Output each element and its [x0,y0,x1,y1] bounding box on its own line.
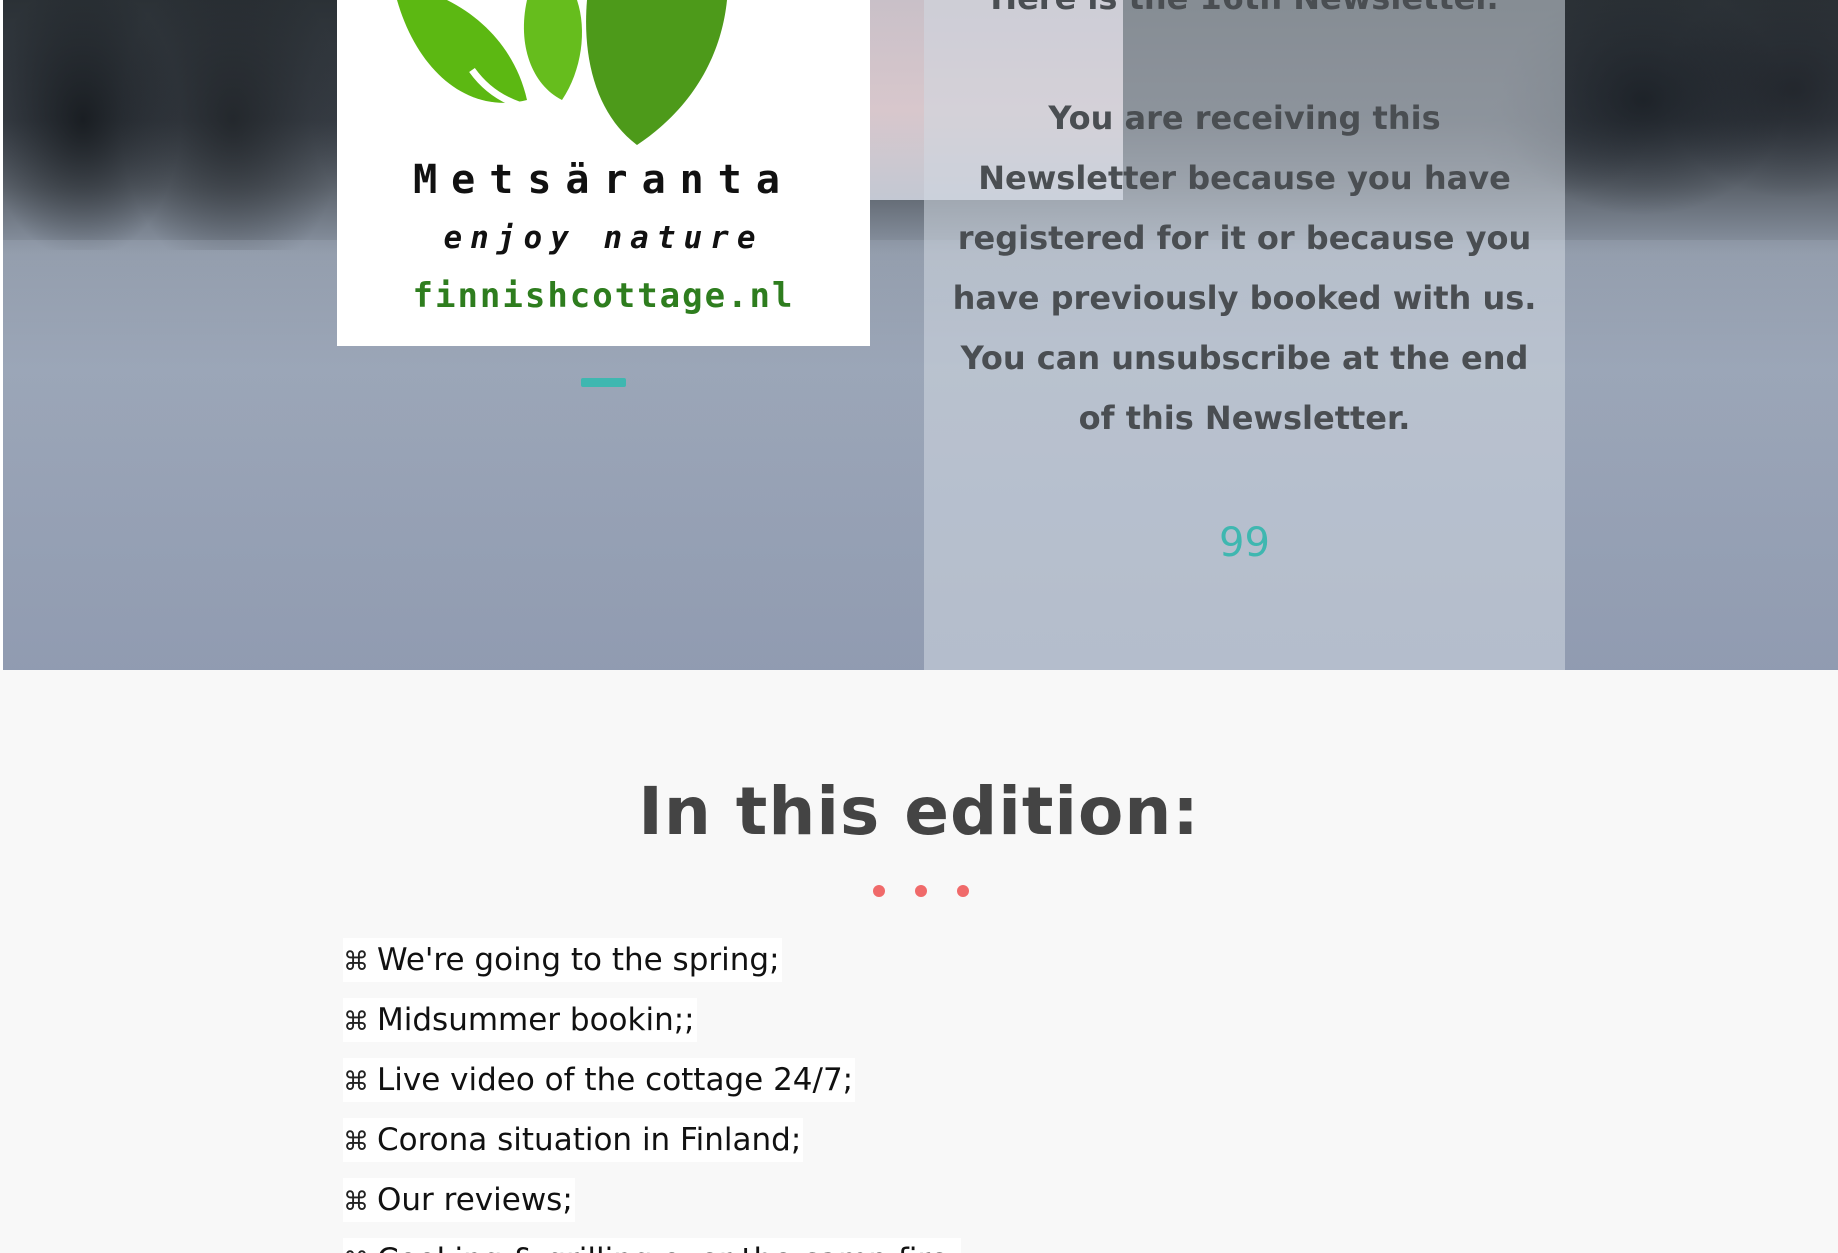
intro-quote-panel: Here is the 16th Newsletter. You are rec… [924,0,1565,670]
logo-name: Metsäranta [413,157,794,203]
edition-title: In this edition: [638,773,1200,850]
list-item-label: Our reviews; [377,1182,573,1218]
command-icon: ⌘ [343,947,369,977]
leaf-logo-icon [397,0,727,145]
dots-divider [869,885,969,897]
command-icon: ⌘ [343,1247,369,1253]
brand-logo: Metsäranta enjoy nature finnishcottage.n… [337,0,870,346]
list-item: ⌘ We're going to the spring; [343,938,961,998]
logo-url: finnishcottage.nl [412,276,795,316]
edition-section: In this edition: ⌘ We're going to the spr… [0,670,1838,1253]
command-icon: ⌘ [343,1187,369,1217]
newsletter-page: Metsäranta enjoy nature finnishcottage.n… [0,0,1838,1253]
logo-tagline: enjoy nature [443,220,764,256]
teal-divider [581,378,626,387]
quote-mark-icon: 99 [1219,520,1270,566]
list-item: ⌘ Live video of the cottage 24/7; [343,1058,961,1118]
dot-icon [957,885,969,897]
dot-icon [873,885,885,897]
intro-heading: Here is the 16th Newsletter. [924,0,1565,28]
intro-body: You are receiving this Newsletter becaus… [952,99,1537,437]
list-item-label: Midsummer bookin;; [377,1002,695,1038]
edition-list: ⌘ We're going to the spring; ⌘ Midsummer b… [343,938,961,1253]
list-item-label: Live video of the cottage 24/7; [377,1062,854,1098]
command-icon: ⌘ [343,1067,369,1097]
list-item-label: We're going to the spring; [377,942,780,978]
list-item: ⌘ Midsummer bookin;; [343,998,961,1058]
dot-icon [915,885,927,897]
command-icon: ⌘ [343,1007,369,1037]
list-item-label: Corona situation in Finland; [377,1122,802,1158]
intro-quote-text: Here is the 16th Newsletter. You are rec… [924,0,1565,448]
list-item: ⌘ Our reviews; [343,1178,961,1238]
list-item: ⌘ Cooking & grilling over the camp fire; [343,1238,961,1253]
hero-banner-winter-forest: Metsäranta enjoy nature finnishcottage.n… [3,0,1838,670]
command-icon: ⌘ [343,1127,369,1157]
list-item: ⌘ Corona situation in Finland; [343,1118,961,1178]
list-item-label: Cooking & grilling over the camp fire; [377,1242,959,1253]
